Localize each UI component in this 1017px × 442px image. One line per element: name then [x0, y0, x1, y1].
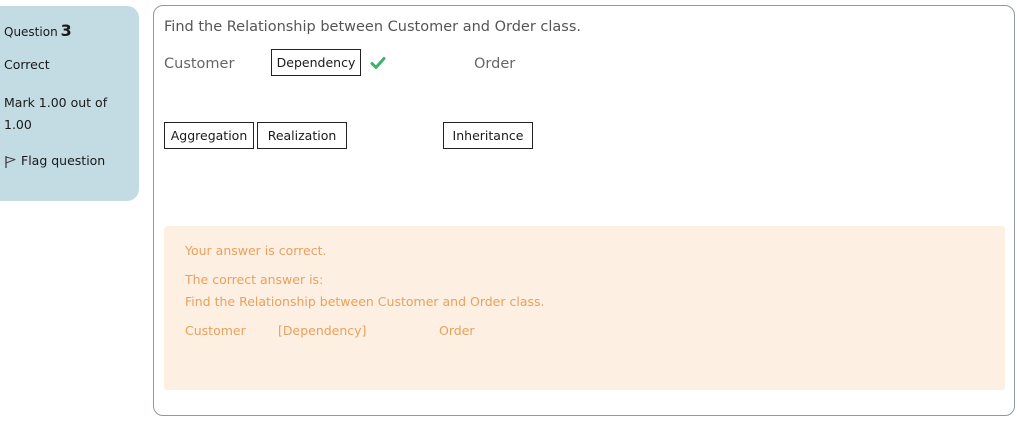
question-label: Question — [4, 25, 58, 39]
flag-question-link[interactable]: Flag question — [4, 150, 139, 171]
left-class-label: Customer — [164, 56, 235, 72]
question-number-value: 3 — [60, 21, 72, 40]
drop-zone[interactable]: Dependency — [271, 49, 361, 76]
choice-aggregation[interactable]: Aggregation — [164, 122, 254, 149]
right-answer-right: Order — [439, 323, 475, 338]
answer-line: Customer Dependency Order — [154, 49, 1014, 81]
flag-question-label: Flag question — [21, 153, 106, 168]
right-answer-label: The correct answer is: — [185, 272, 324, 287]
dropped-answer: Dependency — [276, 55, 356, 70]
right-answer-line: Customer [Dependency] Order — [185, 323, 985, 341]
question-number: Question 3 — [4, 20, 139, 41]
flag-icon — [5, 156, 16, 168]
right-class-label: Order — [474, 56, 516, 72]
right-answer-fill: [Dependency] — [278, 323, 367, 338]
correct-check-icon — [370, 57, 386, 69]
question-content: Find the Relationship between Customer a… — [153, 5, 1015, 416]
choice-label: Inheritance — [452, 128, 524, 143]
question-grade: Mark 1.00 out of 1.00 — [4, 95, 108, 132]
quiz-page: Question 3 Correct Mark 1.00 out of 1.00 … — [0, 0, 1017, 442]
choice-inheritance[interactable]: Inheritance — [443, 122, 533, 149]
question-text: Find the Relationship between Customer a… — [164, 19, 582, 35]
right-answer-left: Customer — [185, 323, 246, 338]
question-info-panel: Question 3 Correct Mark 1.00 out of 1.00 … — [0, 6, 139, 201]
choice-label: Aggregation — [170, 128, 248, 143]
question-state: Correct — [4, 57, 50, 72]
general-feedback: Your answer is correct. — [185, 243, 327, 258]
right-answer-question: Find the Relationship between Customer a… — [185, 294, 545, 309]
feedback-box: Your answer is correct. The correct answ… — [164, 226, 1005, 390]
choice-realization[interactable]: Realization — [257, 122, 347, 149]
choice-label: Realization — [267, 128, 337, 143]
